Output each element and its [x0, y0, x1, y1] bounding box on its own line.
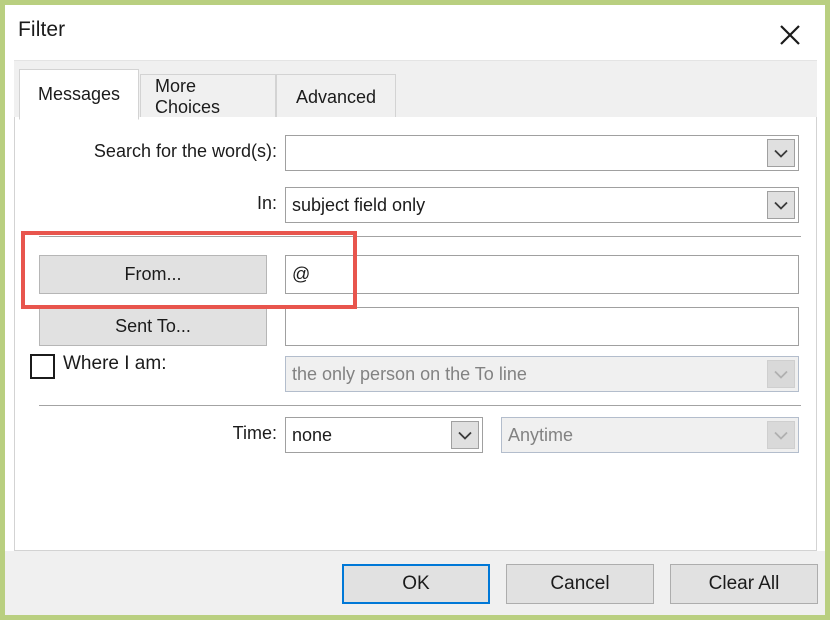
in-field-label: In:: [256, 193, 277, 213]
messages-tab-panel: Search for the word(s): In: subject fiel…: [14, 117, 817, 551]
in-field-value: subject field only: [292, 194, 426, 215]
ok-button[interactable]: OK: [342, 564, 490, 604]
tab-advanced[interactable]: Advanced: [276, 74, 396, 119]
time-condition-value: none: [292, 424, 333, 445]
chevron-down-icon[interactable]: [767, 360, 795, 388]
where-i-am-value: the only person on the To line: [292, 363, 527, 384]
filter-dialog-window: Filter Messages More Choices Advanced Se…: [0, 0, 830, 620]
tab-messages-label: Messages: [37, 84, 121, 104]
where-i-am-label: Where I am:: [63, 353, 167, 374]
separator-upper: [39, 236, 801, 237]
sent-to-input[interactable]: [285, 307, 799, 346]
tab-strip: Messages More Choices Advanced: [14, 60, 817, 120]
from-input[interactable]: @: [285, 255, 799, 294]
chevron-down-icon[interactable]: [767, 191, 795, 219]
page-title: Filter: [18, 18, 66, 41]
chevron-down-icon[interactable]: [451, 421, 479, 449]
sent-to-button[interactable]: Sent To...: [39, 307, 267, 346]
in-field-combo[interactable]: subject field only: [285, 187, 799, 223]
from-button-label: From...: [124, 264, 182, 284]
time-range-combo[interactable]: Anytime: [501, 417, 799, 453]
time-condition-combo[interactable]: none: [285, 417, 483, 453]
search-words-input[interactable]: [285, 135, 799, 171]
tab-advanced-label: Advanced: [295, 86, 377, 107]
chevron-down-icon[interactable]: [767, 139, 795, 167]
separator-lower: [39, 405, 801, 406]
time-range-value: Anytime: [508, 424, 574, 445]
from-button[interactable]: From...: [39, 255, 267, 294]
title-bar: Filter: [5, 5, 825, 60]
tab-more-choices-label: More Choices: [155, 76, 221, 117]
clear-all-button-label: Clear All: [708, 573, 780, 594]
dialog-footer: OK Cancel Clear All: [5, 551, 825, 615]
chevron-down-icon[interactable]: [767, 421, 795, 449]
clear-all-button[interactable]: Clear All: [670, 564, 818, 604]
tab-messages[interactable]: Messages: [19, 69, 139, 120]
from-input-value: @: [292, 264, 311, 284]
close-button[interactable]: [755, 5, 825, 55]
tab-more-choices[interactable]: More Choices: [140, 74, 276, 119]
ok-button-label: OK: [402, 573, 430, 594]
sent-to-button-label: Sent To...: [115, 316, 191, 336]
where-i-am-checkbox[interactable]: [30, 354, 55, 379]
time-label: Time:: [232, 423, 277, 443]
where-i-am-combo[interactable]: the only person on the To line: [285, 356, 799, 392]
cancel-button-label: Cancel: [550, 573, 610, 594]
search-words-label: Search for the word(s):: [93, 141, 277, 161]
close-icon: [780, 25, 800, 45]
cancel-button[interactable]: Cancel: [506, 564, 654, 604]
